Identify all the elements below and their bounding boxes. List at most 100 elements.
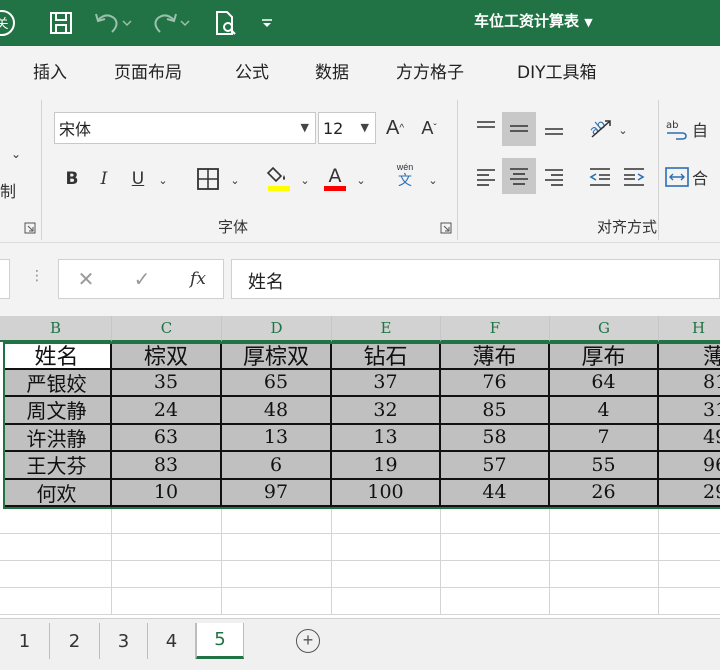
font-color-dropdown-icon[interactable]: ⌄ xyxy=(352,168,370,192)
borders-icon[interactable] xyxy=(194,164,222,194)
empty-cell[interactable] xyxy=(332,507,441,534)
title-dropdown-icon[interactable]: ▼ xyxy=(584,16,592,29)
align-middle-icon[interactable] xyxy=(502,112,536,146)
empty-cell[interactable] xyxy=(659,534,720,561)
wrap-text-button[interactable]: ab 自 xyxy=(664,114,720,144)
empty-cell[interactable] xyxy=(332,534,441,561)
font-dialog-launcher-icon[interactable] xyxy=(438,220,454,236)
more-options-icon[interactable]: ⋮ xyxy=(30,267,44,284)
alignment-group-label: 对齐方式 xyxy=(597,218,658,236)
decrease-indent-icon[interactable] xyxy=(584,160,616,194)
name-box[interactable] xyxy=(0,259,10,299)
chevron-down-icon[interactable]: ▼ xyxy=(361,121,369,134)
merge-center-button[interactable]: 合 xyxy=(664,162,720,192)
empty-cell[interactable] xyxy=(441,561,550,588)
phonetic-dropdown-icon[interactable]: ⌄ xyxy=(424,168,442,192)
chevron-down-icon[interactable]: ⌄ xyxy=(6,144,26,164)
font-size-value: 12 xyxy=(323,118,344,138)
orientation-dropdown-icon[interactable]: ⌄ xyxy=(614,118,632,142)
spreadsheet-grid[interactable]: BCDEFGH姓名棕双厚棕双钻石薄布厚布薄严银姣356537766481周文静2… xyxy=(0,316,720,618)
font-size-combobox[interactable]: 12 ▼ xyxy=(318,112,376,144)
empty-cell[interactable] xyxy=(332,561,441,588)
sheet-tab-4[interactable]: 4 xyxy=(148,623,196,659)
tab-formulas[interactable]: 公式 xyxy=(235,58,269,83)
grow-font-button[interactable]: A ^ xyxy=(382,112,408,144)
empty-cell[interactable] xyxy=(112,534,222,561)
tab-page-layout[interactable]: 页面布局 xyxy=(114,58,182,83)
font-name-combobox[interactable]: 宋体 ▼ xyxy=(54,112,316,144)
sheet-tab-1[interactable]: 1 xyxy=(0,623,50,659)
document-title-text: 车位工资计算表 xyxy=(474,12,580,30)
cancel-icon[interactable]: ✕ xyxy=(73,266,99,292)
print-preview-icon[interactable] xyxy=(210,8,240,38)
grow-font-glyph: A xyxy=(385,116,400,139)
undo-icon[interactable] xyxy=(92,8,132,38)
empty-cell[interactable] xyxy=(112,561,222,588)
empty-cell[interactable] xyxy=(550,534,659,561)
borders-dropdown-icon[interactable]: ⌄ xyxy=(226,168,244,192)
add-sheet-icon[interactable]: + xyxy=(296,629,320,653)
tab-insert[interactable]: 插入 xyxy=(33,58,67,83)
align-bottom-icon[interactable] xyxy=(538,112,570,144)
shrink-font-button[interactable]: Aˇ xyxy=(416,112,442,144)
tab-diy-toolbox[interactable]: DIY工具箱 xyxy=(517,58,597,83)
empty-cell[interactable] xyxy=(222,561,332,588)
ribbon-divider xyxy=(41,100,42,240)
formula-input[interactable]: 姓名 xyxy=(231,259,720,299)
empty-cell[interactable] xyxy=(112,588,222,615)
empty-cell[interactable] xyxy=(112,507,222,534)
align-top-icon[interactable] xyxy=(470,112,502,144)
empty-cell[interactable] xyxy=(222,588,332,615)
tab-data[interactable]: 数据 xyxy=(315,58,349,83)
empty-cell[interactable] xyxy=(0,561,112,588)
underline-dropdown-icon[interactable]: ⌄ xyxy=(154,168,172,192)
increase-indent-icon[interactable] xyxy=(618,160,650,194)
caret-up-icon: ^ xyxy=(399,122,405,134)
empty-cell[interactable] xyxy=(550,507,659,534)
empty-cell[interactable] xyxy=(441,588,550,615)
caret-down-icon: ˇ xyxy=(433,122,437,134)
phonetic-guide-icon[interactable]: wén 文 xyxy=(390,158,420,192)
fill-color-dropdown-icon[interactable]: ⌄ xyxy=(296,168,314,192)
tab-fangfang-gezi[interactable]: 方方格子 xyxy=(396,58,464,83)
empty-cell[interactable] xyxy=(441,507,550,534)
redo-icon[interactable] xyxy=(150,8,190,38)
align-center-icon[interactable] xyxy=(502,158,536,194)
underline-button[interactable]: U xyxy=(126,164,150,194)
document-title: 车位工资计算表 ▼ xyxy=(474,10,593,31)
empty-cell[interactable] xyxy=(659,588,720,615)
empty-cell[interactable] xyxy=(0,588,112,615)
sheet-tab-2[interactable]: 2 xyxy=(50,623,100,659)
empty-cell[interactable] xyxy=(222,507,332,534)
chevron-down-icon[interactable]: ▼ xyxy=(301,121,309,134)
italic-button[interactable]: I xyxy=(92,164,116,194)
bold-button[interactable]: B xyxy=(60,164,84,194)
phonetic-top-text: wén xyxy=(396,162,414,172)
empty-cell[interactable] xyxy=(222,534,332,561)
empty-cell[interactable] xyxy=(332,588,441,615)
empty-cell[interactable] xyxy=(441,534,550,561)
font-color-icon[interactable]: A xyxy=(320,160,350,194)
customize-quick-access-icon[interactable] xyxy=(256,8,278,38)
empty-cell[interactable] xyxy=(0,507,112,534)
align-left-icon[interactable] xyxy=(470,160,502,194)
save-icon[interactable] xyxy=(46,8,76,38)
format-painter-fragment[interactable]: 制 xyxy=(0,178,16,202)
insert-function-icon[interactable]: fx xyxy=(183,266,213,292)
sheet-tab-3[interactable]: 3 xyxy=(100,623,148,659)
ribbon-tabs: 插入 页面布局 公式 数据 方方格子 DIY工具箱 xyxy=(0,46,720,92)
align-right-icon[interactable] xyxy=(538,160,570,194)
shrink-font-glyph: A xyxy=(421,117,434,138)
empty-cell[interactable] xyxy=(0,534,112,561)
empty-cell[interactable] xyxy=(550,588,659,615)
orientation-icon[interactable]: ab xyxy=(584,112,616,144)
empty-cell[interactable] xyxy=(550,561,659,588)
title-bar: 关 车位工资计算表 ▼ xyxy=(0,0,720,46)
close-icon[interactable]: 关 xyxy=(0,8,28,38)
enter-icon[interactable]: ✓ xyxy=(129,266,155,292)
empty-cell[interactable] xyxy=(659,561,720,588)
fill-color-icon[interactable] xyxy=(264,160,294,194)
sheet-tab-5[interactable]: 5 xyxy=(196,623,244,659)
clipboard-launcher-icon[interactable] xyxy=(22,220,38,236)
empty-cell[interactable] xyxy=(659,507,720,534)
